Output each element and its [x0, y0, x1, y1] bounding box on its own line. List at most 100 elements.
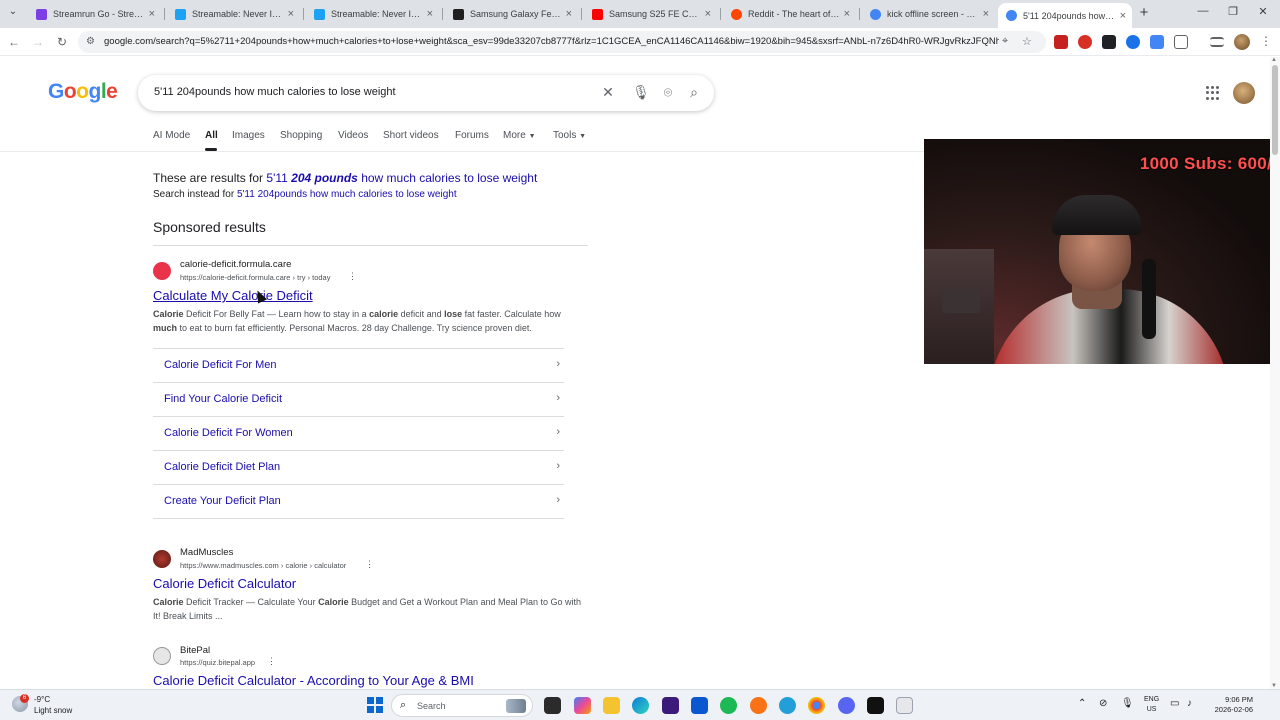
discord-icon[interactable] [838, 697, 855, 714]
calorie-deficit-site-icon[interactable] [153, 262, 171, 280]
browser-tab[interactable]: Streamable: Never IRL Str × [167, 3, 300, 25]
tab-close-icon[interactable]: × [427, 8, 433, 20]
image-search-icon[interactable]: ⌾ [659, 84, 677, 101]
browser-tab[interactable]: Streamrun Go - Streamrun × [28, 3, 161, 25]
address-bar[interactable]: ⚙ google.com/search?q=5%2711+204pounds+h… [78, 31, 1046, 53]
profile-avatar[interactable] [1234, 34, 1250, 50]
tab-tools[interactable]: Tools ▼ [553, 130, 586, 141]
search-box[interactable]: 5'11 204pounds how much calories to lose… [138, 75, 714, 111]
start-button[interactable] [367, 697, 383, 713]
tab-close-icon[interactable]: × [149, 8, 155, 20]
location-icon[interactable]: ⌖ [1002, 35, 1008, 48]
weather-temperature[interactable]: -9°C [34, 695, 50, 704]
extension-icon[interactable] [1150, 35, 1164, 49]
tab-close-icon[interactable]: × [288, 8, 294, 20]
browser-tab-active[interactable]: 5'11 204pounds how mu × [998, 3, 1132, 28]
tab-search-icon[interactable]: ⌄ [6, 6, 20, 20]
result-title-link[interactable]: Calorie Deficit Calculator [153, 576, 296, 591]
bookmark-star-icon[interactable]: ☆ [1022, 35, 1032, 48]
edge-icon[interactable] [632, 697, 649, 714]
clock[interactable]: 9:06 PM 2026-02-06 [1205, 695, 1253, 715]
scrollbar-thumb[interactable] [1272, 65, 1278, 155]
result-site-url[interactable]: https://www.madmuscles.com › calorie › c… [180, 561, 346, 570]
app-icon[interactable] [867, 697, 884, 714]
back-button[interactable]: ← [6, 34, 22, 50]
tab-videos[interactable]: Videos [338, 130, 368, 141]
original-query-link[interactable]: 5'11 204pounds how much calories to lose… [237, 189, 457, 200]
extension-icon[interactable] [1126, 35, 1140, 49]
new-tab-button[interactable]: + [1136, 4, 1152, 21]
google-logo[interactable]: Google [48, 80, 118, 104]
tab-close-icon[interactable]: × [566, 8, 572, 20]
tab-ai-mode[interactable]: AI Mode [153, 130, 190, 141]
reload-button[interactable]: ↻ [54, 34, 70, 50]
sitelink-item[interactable]: Calorie Deficit For Men › [153, 348, 564, 382]
page-scrollbar[interactable]: ▲ ▼ [1270, 57, 1280, 689]
browser-tab[interactable]: Samsung S25 FE Camera × [584, 3, 717, 25]
result-site-name[interactable]: BitePal [180, 645, 210, 656]
sitelink-item[interactable]: Find Your Calorie Deficit › [153, 382, 564, 416]
address-url[interactable]: google.com/search?q=5%2711+204pounds+how… [104, 36, 999, 47]
browser-menu-icon[interactable]: ⋮ [1260, 34, 1272, 48]
microphone-tray-icon[interactable]: 🎙 [1121, 698, 1134, 709]
extensions-puzzle-icon[interactable] [1174, 35, 1188, 49]
close-window-button[interactable]: ✕ [1253, 5, 1273, 18]
minimize-button[interactable]: — [1193, 5, 1213, 17]
extension-icon[interactable] [1054, 35, 1068, 49]
scroll-up-icon[interactable]: ▲ [1271, 57, 1277, 63]
language-indicator[interactable]: ENG US [1144, 695, 1159, 715]
sitelink-item[interactable]: Calorie Deficit For Women › [153, 416, 564, 450]
more-options-icon[interactable]: ⋮ [267, 656, 276, 667]
network-icon[interactable]: ▭ [1170, 698, 1179, 709]
madmuscles-site-icon[interactable] [153, 550, 171, 568]
ad-site-name[interactable]: calorie-deficit.formula.care [180, 259, 291, 270]
sitelink-item[interactable]: Calorie Deficit Diet Plan › [153, 450, 564, 484]
browser-tab[interactable]: Reddit - The heart of the × [723, 3, 856, 25]
chrome-icon[interactable] [808, 697, 825, 714]
tab-images[interactable]: Images [232, 130, 265, 141]
copilot-icon[interactable] [574, 697, 591, 714]
more-options-icon[interactable]: ⋮ [365, 559, 374, 570]
ad-site-url[interactable]: https://calorie-deficit.formula.care › t… [180, 273, 330, 282]
clear-search-icon[interactable]: ✕ [599, 84, 617, 101]
tab-close-icon[interactable]: × [705, 8, 711, 20]
browser-tab[interactable]: kick offline screen - Goog × [862, 3, 995, 25]
search-input[interactable]: 5'11 204pounds how much calories to lose… [154, 86, 396, 98]
voice-search-icon[interactable]: 🎙 [632, 84, 650, 101]
tray-overflow-icon[interactable]: ⌃ [1078, 698, 1086, 709]
app-icon[interactable] [662, 697, 679, 714]
task-view-icon[interactable] [544, 697, 561, 714]
account-avatar[interactable] [1233, 82, 1255, 104]
tab-all[interactable]: All [205, 130, 218, 141]
tab-more[interactable]: More ▼ [503, 130, 536, 141]
spotify-icon[interactable] [720, 697, 737, 714]
tray-app-icon[interactable]: ⊘ [1099, 698, 1107, 709]
tab-close-icon[interactable]: × [1120, 10, 1126, 22]
volume-icon[interactable]: ♪ [1187, 698, 1192, 709]
app-icon[interactable] [691, 697, 708, 714]
weather-condition[interactable]: Light snow [34, 706, 72, 715]
result-site-url[interactable]: https://quiz.bitepal.app [180, 658, 255, 667]
google-apps-icon[interactable] [1206, 86, 1220, 100]
extension-icon[interactable] [1078, 35, 1092, 49]
more-options-icon[interactable]: ⋮ [348, 271, 357, 282]
taskbar-search[interactable]: ⌕ Search [391, 694, 533, 717]
tab-close-icon[interactable]: × [844, 8, 850, 20]
reading-list-icon[interactable] [1210, 37, 1224, 47]
forward-button[interactable]: → [30, 34, 46, 50]
browser-tab[interactable]: Samsung Galaxy Fe S25 fo × [445, 3, 578, 25]
corrected-query-link[interactable]: 5'11 204 pounds how much calories to los… [266, 171, 537, 185]
file-explorer-icon[interactable] [603, 697, 620, 714]
tab-forums[interactable]: Forums [455, 130, 489, 141]
bitepal-site-icon[interactable] [153, 647, 171, 665]
app-icon[interactable] [896, 697, 913, 714]
tab-shopping[interactable]: Shopping [280, 130, 322, 141]
restore-button[interactable]: ❐ [1223, 5, 1243, 18]
search-icon[interactable]: ⌕ [685, 84, 703, 101]
ad-title-link[interactable]: Calculate My Calorie Deficit [153, 288, 313, 303]
tab-short-videos[interactable]: Short videos [383, 130, 439, 141]
site-info-icon[interactable]: ⚙ [86, 36, 98, 48]
result-title-link[interactable]: Calorie Deficit Calculator - According t… [153, 673, 474, 688]
browser-tab[interactable]: Streamable: Never IRL Str × [306, 3, 439, 25]
sitelink-item[interactable]: Create Your Deficit Plan › [153, 484, 564, 518]
